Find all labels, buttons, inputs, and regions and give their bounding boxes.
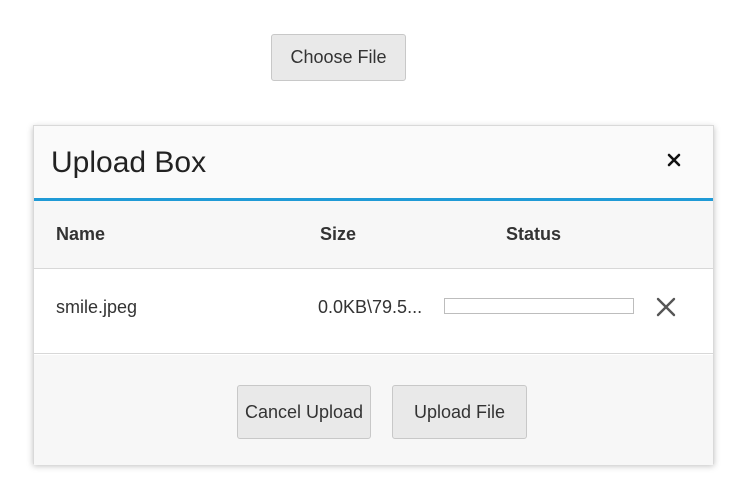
upload-dialog: Upload Box Name Size Status smile.jpeg 0… xyxy=(33,125,714,465)
dialog-footer xyxy=(34,355,713,465)
dialog-title: Upload Box xyxy=(51,146,207,179)
file-size: 0.0KB\79.5... xyxy=(318,297,423,317)
remove-file-icon[interactable] xyxy=(655,296,677,318)
close-icon[interactable] xyxy=(663,149,685,171)
column-header-size: Size xyxy=(320,224,357,244)
column-header-name: Name xyxy=(56,224,106,244)
column-header-status: Status xyxy=(506,224,562,244)
upload-progress-bar xyxy=(444,298,634,314)
dialog-header: Upload Box xyxy=(34,126,713,201)
file-grid-header xyxy=(34,201,713,269)
upload-file-button[interactable]: Upload File xyxy=(392,385,527,439)
file-name: smile.jpeg xyxy=(56,297,138,317)
choose-file-button[interactable]: Choose File xyxy=(271,34,406,81)
cancel-upload-button[interactable]: Cancel Upload xyxy=(237,385,371,439)
